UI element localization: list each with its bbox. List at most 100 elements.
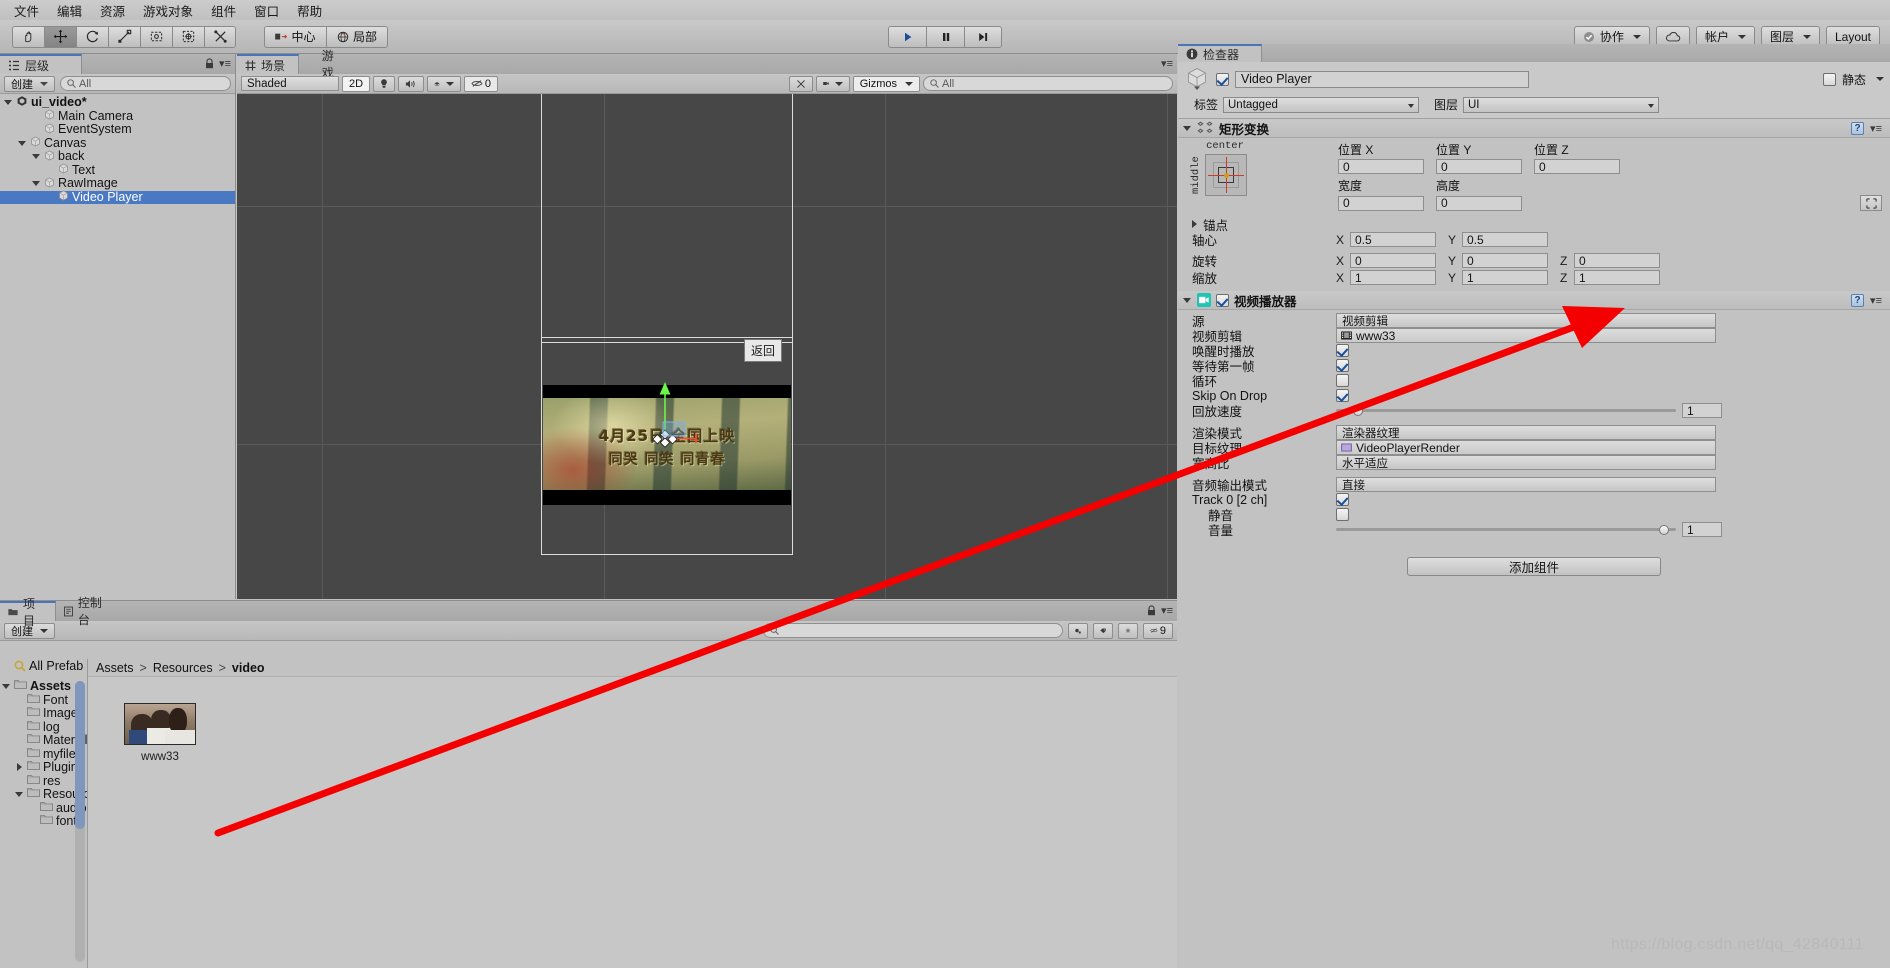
hierarchy-row-text[interactable]: Text bbox=[0, 163, 235, 178]
project-folder-myfile[interactable]: myfile bbox=[0, 747, 87, 761]
menu-item-gameobject[interactable]: 游戏对象 bbox=[135, 0, 201, 22]
menu-item-file[interactable]: 文件 bbox=[6, 0, 47, 22]
project-folder-res[interactable]: res bbox=[0, 774, 87, 788]
help-icon[interactable]: ? bbox=[1851, 293, 1865, 307]
component-menu-icon[interactable]: ▾≡ bbox=[1870, 122, 1882, 135]
play-button[interactable] bbox=[888, 25, 926, 48]
slider-knob[interactable] bbox=[1659, 524, 1670, 535]
video-player-enabled-checkbox[interactable] bbox=[1216, 293, 1229, 307]
pivot-x-field[interactable]: 0.5 bbox=[1350, 232, 1436, 247]
scene-camera-dropdown[interactable] bbox=[815, 75, 850, 92]
tab-game[interactable]: 游戏 bbox=[299, 49, 357, 80]
scale-x-field[interactable]: 1 bbox=[1350, 270, 1436, 285]
scene-search-input[interactable]: All bbox=[923, 76, 1173, 91]
hierarchy-row-rawimage[interactable]: RawImage bbox=[0, 176, 235, 191]
property-value-field[interactable]: 1 bbox=[1682, 403, 1722, 418]
foldout-icon[interactable] bbox=[32, 179, 41, 188]
menu-item-component[interactable]: 组件 bbox=[203, 0, 244, 22]
project-folder-audio[interactable]: audio bbox=[0, 801, 87, 815]
scene-2d-toggle[interactable]: 2D bbox=[342, 75, 370, 92]
foldout-icon[interactable] bbox=[18, 139, 27, 148]
property-checkbox[interactable] bbox=[1336, 359, 1349, 372]
layer-dropdown[interactable]: UI bbox=[1463, 96, 1659, 113]
height-field[interactable]: 0 bbox=[1436, 195, 1522, 211]
pos-z-field[interactable]: 0 bbox=[1534, 159, 1620, 174]
project-folder-plugins[interactable]: Plugins bbox=[0, 760, 87, 774]
panel-menu-icon[interactable]: ▾≡ bbox=[219, 57, 231, 70]
menu-item-window[interactable]: 窗口 bbox=[246, 0, 287, 22]
property-dropdown[interactable]: 水平适应 bbox=[1336, 455, 1716, 470]
foldout-icon[interactable] bbox=[4, 98, 13, 107]
rotate-tool-button[interactable] bbox=[76, 25, 108, 48]
hierarchy-row-canvas[interactable]: Canvas bbox=[0, 136, 235, 151]
rot-y-field[interactable]: 0 bbox=[1462, 253, 1548, 268]
property-slider[interactable] bbox=[1336, 403, 1676, 418]
menu-item-assets[interactable]: 资源 bbox=[92, 0, 133, 22]
tab-hierarchy[interactable]: 层级 bbox=[0, 54, 82, 74]
pivot-space-button[interactable]: 局部 bbox=[326, 25, 389, 48]
property-dropdown[interactable]: 视频剪辑 bbox=[1336, 313, 1716, 328]
property-checkbox[interactable] bbox=[1336, 344, 1349, 357]
project-folder-tree[interactable]: All Prefab AssetsFontImagelogMaterialsmy… bbox=[0, 659, 88, 968]
hand-tool-button[interactable] bbox=[12, 25, 44, 48]
scene-hidden-objects-toggle[interactable]: 0 bbox=[464, 75, 498, 92]
property-dropdown[interactable]: 渲染器纹理 bbox=[1336, 425, 1716, 440]
scale-y-field[interactable]: 1 bbox=[1462, 270, 1548, 285]
project-favorites-all-prefab[interactable]: All Prefab bbox=[0, 659, 87, 673]
panel-menu-icon[interactable]: ▾≡ bbox=[1161, 57, 1173, 70]
property-dropdown[interactable]: 直接 bbox=[1336, 477, 1716, 492]
hierarchy-row-back[interactable]: back bbox=[0, 149, 235, 164]
tab-inspector[interactable]: 检查器 bbox=[1178, 44, 1262, 62]
foldout-icon[interactable] bbox=[2, 682, 11, 691]
anchor-preset-button[interactable] bbox=[1205, 154, 1247, 196]
property-object-field[interactable]: www33 bbox=[1336, 328, 1716, 343]
breadcrumb-item-resources[interactable]: Resources bbox=[153, 661, 213, 675]
project-search-input[interactable] bbox=[763, 623, 1063, 638]
hierarchy-row-video-player[interactable]: Video Player bbox=[0, 190, 235, 204]
transform-tool-button[interactable] bbox=[172, 25, 204, 48]
move-gizmo[interactable] bbox=[587, 364, 697, 474]
add-component-button[interactable]: 添加组件 bbox=[1407, 557, 1661, 576]
foldout-icon[interactable] bbox=[1190, 220, 1199, 229]
scene-lighting-toggle[interactable] bbox=[373, 75, 395, 92]
property-checkbox[interactable] bbox=[1336, 493, 1349, 506]
project-folder-font[interactable]: font bbox=[0, 814, 87, 828]
rect-transform-header[interactable]: 矩形变换 ? ▾≡ bbox=[1178, 119, 1890, 138]
project-folder-log[interactable]: log bbox=[0, 720, 87, 734]
hierarchy-search-input[interactable]: All bbox=[60, 76, 231, 91]
pos-y-field[interactable]: 0 bbox=[1436, 159, 1522, 174]
pivot-mode-button[interactable]: 中心 bbox=[264, 25, 326, 48]
project-asset-browser[interactable]: Assets > Resources > video www33 bbox=[88, 659, 1177, 968]
project-folder-resource[interactable]: Resource bbox=[0, 787, 87, 801]
breadcrumb-item-assets[interactable]: Assets bbox=[96, 661, 134, 675]
scene-effects-dropdown[interactable] bbox=[427, 75, 461, 92]
tab-scene[interactable]: 场景 bbox=[237, 54, 299, 74]
foldout-icon[interactable] bbox=[15, 790, 24, 799]
move-tool-button[interactable] bbox=[44, 25, 76, 48]
hierarchy-create-button[interactable]: 创建 bbox=[4, 75, 55, 92]
project-folder-font[interactable]: Font bbox=[0, 693, 87, 707]
hierarchy-tree[interactable]: ui_video* Main Camera EventSystem Canvas bac… bbox=[0, 94, 235, 204]
rot-x-field[interactable]: 0 bbox=[1350, 253, 1436, 268]
foldout-icon[interactable] bbox=[32, 152, 41, 161]
favorite-icon-button[interactable] bbox=[1118, 622, 1138, 639]
hierarchy-row-main-camera[interactable]: Main Camera bbox=[0, 109, 235, 124]
hierarchy-row-eventsystem[interactable]: EventSystem bbox=[0, 122, 235, 137]
property-object-field[interactable]: VideoPlayerRender bbox=[1336, 440, 1716, 455]
pause-button[interactable] bbox=[926, 25, 964, 48]
custom-tool-button[interactable] bbox=[204, 25, 236, 48]
scene-gizmos-dropdown[interactable]: Gizmos bbox=[852, 75, 920, 92]
scene-audio-toggle[interactable] bbox=[398, 75, 424, 92]
hierarchy-row-ui-video[interactable]: ui_video* bbox=[0, 95, 235, 110]
tag-dropdown[interactable]: Untagged bbox=[1223, 96, 1419, 113]
project-folder-materials[interactable]: Materials bbox=[0, 733, 87, 747]
scale-z-field[interactable]: 1 bbox=[1574, 270, 1660, 285]
object-name-field[interactable]: Video Player bbox=[1235, 70, 1529, 88]
foldout-icon[interactable] bbox=[15, 762, 24, 772]
property-checkbox[interactable] bbox=[1336, 374, 1349, 387]
scene-draw-mode-dropdown[interactable]: Shaded bbox=[241, 76, 339, 91]
project-folder-assets[interactable]: Assets bbox=[0, 679, 87, 693]
scale-tool-button[interactable] bbox=[108, 25, 140, 48]
slider-knob[interactable] bbox=[1352, 405, 1363, 416]
rot-z-field[interactable]: 0 bbox=[1574, 253, 1660, 268]
